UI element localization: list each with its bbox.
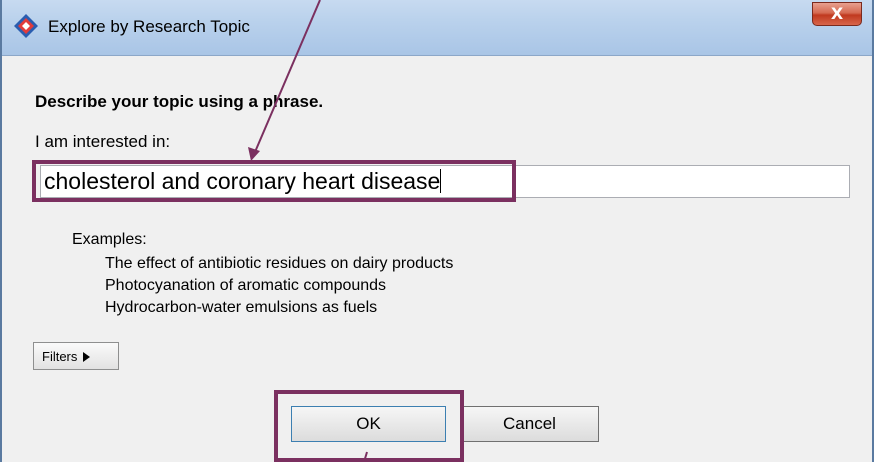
example-item: Hydrocarbon-water emulsions as fuels <box>105 299 378 316</box>
close-button[interactable]: X <box>812 2 862 26</box>
close-icon: X <box>830 4 844 23</box>
example-item: Photocyanation of aromatic compounds <box>105 277 387 294</box>
app-diamond-icon <box>14 14 38 38</box>
topic-input-value: cholesterol and coronary heart disease <box>44 168 441 194</box>
examples-title: Examples: <box>72 231 147 248</box>
window-title: Explore by Research Topic <box>48 17 250 36</box>
topic-input[interactable]: cholesterol and coronary heart disease <box>40 165 850 198</box>
triangle-right-icon <box>83 352 91 362</box>
form-heading: Describe your topic using a phrase. <box>35 92 324 111</box>
text-caret <box>440 169 442 193</box>
filters-button[interactable]: Filters <box>33 342 119 370</box>
cancel-button[interactable]: Cancel <box>460 406 599 442</box>
ok-button[interactable]: OK <box>291 406 446 442</box>
example-item: The effect of antibiotic residues on dai… <box>105 255 454 272</box>
topic-label: I am interested in: <box>35 132 171 151</box>
title-bar[interactable]: Explore by Research Topic X <box>2 0 872 56</box>
dialog-body: Describe your topic using a phrase. I am… <box>2 56 872 462</box>
dialog-window: Explore by Research Topic X Describe you… <box>0 0 874 462</box>
filters-label: Filters <box>42 349 78 364</box>
